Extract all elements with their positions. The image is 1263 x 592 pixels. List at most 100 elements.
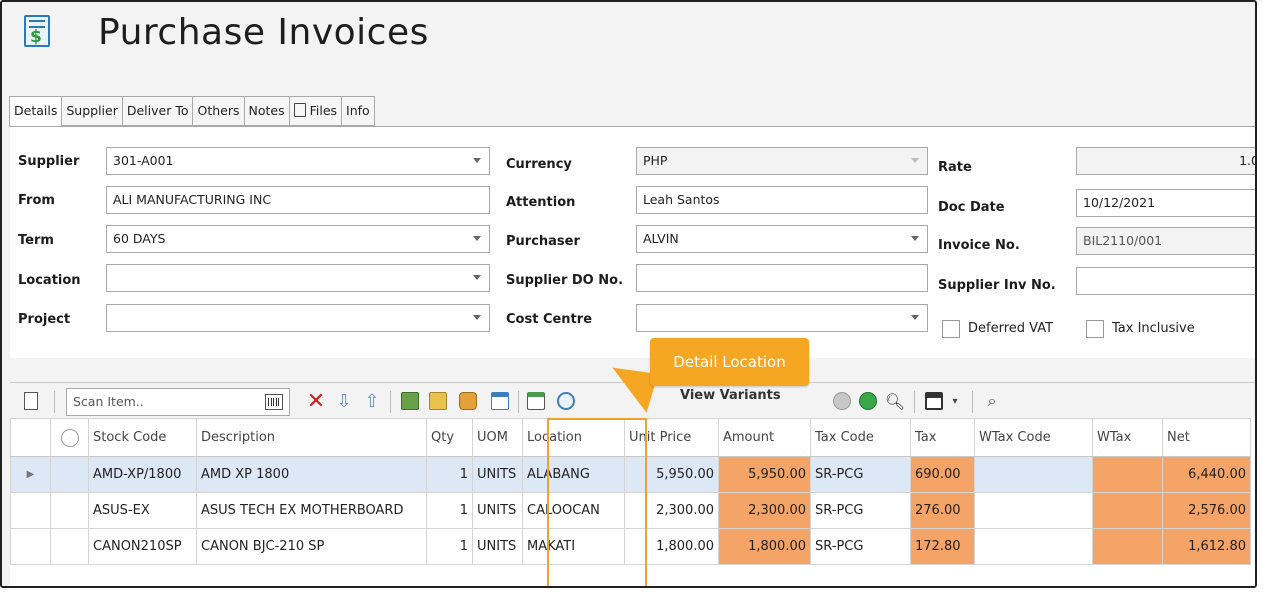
cell-location[interactable]: MAKATI <box>522 528 625 565</box>
tab-deliver-to[interactable]: Deliver To <box>122 96 194 126</box>
chevron-down-icon[interactable] <box>911 158 919 163</box>
cell-unit-price[interactable]: 5,950.00 <box>624 456 719 493</box>
supplier-combo[interactable]: 301-A001 <box>106 147 490 175</box>
col-uom[interactable]: UOM <box>472 418 523 457</box>
deferred-vat-checkbox[interactable] <box>942 320 960 338</box>
cell-description[interactable]: ASUS TECH EX MOTHERBOARD <box>196 492 427 529</box>
tab-others[interactable]: Others <box>193 96 245 126</box>
location-combo[interactable] <box>106 264 490 292</box>
binoculars-icon[interactable]: 🔍︎ <box>882 389 908 413</box>
cell-net[interactable]: 1,612.80 <box>1162 528 1251 565</box>
col-net[interactable]: Net <box>1162 418 1251 457</box>
col-wtax-code[interactable]: WTax Code <box>974 418 1093 457</box>
select-all-header[interactable] <box>50 418 89 457</box>
delete-icon[interactable]: ✕ <box>304 389 328 414</box>
cell-unit-price[interactable]: 1,800.00 <box>624 528 719 565</box>
arrow-up-icon[interactable]: ⇧ <box>360 389 384 413</box>
new-row-icon[interactable] <box>20 389 42 413</box>
cell-qty[interactable]: 1 <box>426 456 473 493</box>
row-select-cell[interactable] <box>50 456 89 493</box>
cell-description[interactable]: CANON BJC-210 SP <box>196 528 427 565</box>
cell-tax-code[interactable]: SR-PCG <box>810 528 911 565</box>
row-select-cell[interactable] <box>50 492 89 529</box>
circle-grey-icon[interactable] <box>830 389 854 413</box>
rate-field[interactable]: 1.0 <box>1076 147 1255 175</box>
cell-stock-code[interactable]: AMD-XP/1800 <box>88 456 197 493</box>
save-layout-icon[interactable] <box>922 389 946 413</box>
chevron-down-icon[interactable] <box>473 315 481 320</box>
purchaser-combo[interactable]: ALVIN <box>636 225 928 253</box>
cell-stock-code[interactable]: ASUS-EX <box>88 492 197 529</box>
tab-notes[interactable]: Notes <box>244 96 290 126</box>
cell-location[interactable]: ALABANG <box>522 456 625 493</box>
cell-tax-code[interactable]: SR-PCG <box>810 456 911 493</box>
project-combo[interactable] <box>106 304 490 332</box>
col-amount[interactable]: Amount <box>718 418 811 457</box>
cell-wtax-code[interactable] <box>974 456 1093 493</box>
cell-description[interactable]: AMD XP 1800 <box>196 456 427 493</box>
grid-icon[interactable] <box>524 389 548 413</box>
invoice-no-field[interactable]: BIL2110/001 <box>1076 227 1255 255</box>
from-field[interactable]: ALI MANUFACTURING INC <box>106 186 490 214</box>
chevron-down-icon[interactable] <box>473 236 481 241</box>
cell-tax[interactable]: 276.00 <box>910 492 975 529</box>
arrow-down-icon[interactable]: ⇩ <box>332 389 356 413</box>
cell-amount[interactable]: 1,800.00 <box>718 528 811 565</box>
chevron-down-icon[interactable] <box>473 158 481 163</box>
doc-date-field[interactable]: 10/12/2021 <box>1076 189 1255 217</box>
import-icon[interactable] <box>398 389 422 413</box>
cell-wtax[interactable] <box>1092 492 1163 529</box>
term-combo[interactable]: 60 DAYS <box>106 225 490 253</box>
row-select-cell[interactable] <box>50 528 89 565</box>
tab-files[interactable]: Files <box>289 96 343 126</box>
cell-uom[interactable]: UNITS <box>472 492 523 529</box>
cell-qty[interactable]: 1 <box>426 528 473 565</box>
cell-unit-price[interactable]: 2,300.00 <box>624 492 719 529</box>
cell-wtax[interactable] <box>1092 528 1163 565</box>
package-icon[interactable] <box>456 389 480 413</box>
select-all-radio[interactable] <box>60 428 79 447</box>
cell-amount[interactable]: 2,300.00 <box>718 492 811 529</box>
cell-uom[interactable]: UNITS <box>472 528 523 565</box>
cell-wtax-code[interactable] <box>974 492 1093 529</box>
chevron-down-icon[interactable] <box>473 275 481 280</box>
attention-field[interactable]: Leah Santos <box>636 186 928 214</box>
circle-green-arrow-icon[interactable] <box>856 389 880 413</box>
col-wtax[interactable]: WTax <box>1092 418 1163 457</box>
cell-amount[interactable]: 5,950.00 <box>718 456 811 493</box>
col-tax[interactable]: Tax <box>910 418 975 457</box>
cell-stock-code[interactable]: CANON210SP <box>88 528 197 565</box>
search-doc-icon[interactable]: ⌕ <box>980 389 1004 413</box>
table-row[interactable]: ▶ AMD-XP/1800 AMD XP 1800 1 UNITS ALABAN… <box>10 456 1251 493</box>
chevron-down-icon[interactable] <box>911 236 919 241</box>
cell-tax[interactable]: 172.80 <box>910 528 975 565</box>
col-stock-code[interactable]: Stock Code <box>88 418 197 457</box>
cell-tax[interactable]: 690.00 <box>910 456 975 493</box>
col-description[interactable]: Description <box>196 418 427 457</box>
view-variants-button[interactable]: View Variants <box>680 388 781 403</box>
cell-wtax-code[interactable] <box>974 528 1093 565</box>
cell-tax-code[interactable]: SR-PCG <box>810 492 911 529</box>
cell-location[interactable]: CALOOCAN <box>522 492 625 529</box>
supplier-inv-field[interactable] <box>1076 267 1255 295</box>
supplier-do-field[interactable] <box>636 264 928 292</box>
tab-supplier[interactable]: Supplier <box>62 96 123 126</box>
table-row[interactable]: CANON210SP CANON BJC-210 SP 1 UNITS MAKA… <box>10 528 1251 565</box>
cost-centre-combo[interactable] <box>636 304 928 332</box>
col-qty[interactable]: Qty <box>426 418 473 457</box>
col-tax-code[interactable]: Tax Code <box>810 418 911 457</box>
col-unit-price[interactable]: Unit Price <box>624 418 719 457</box>
cell-net[interactable]: 2,576.00 <box>1162 492 1251 529</box>
barcode-icon[interactable] <box>265 394 283 410</box>
cell-wtax[interactable] <box>1092 456 1163 493</box>
copy-icon[interactable] <box>426 389 450 413</box>
cell-net[interactable]: 6,440.00 <box>1162 456 1251 493</box>
refresh-icon[interactable] <box>554 389 578 413</box>
col-location[interactable]: Location <box>522 418 625 457</box>
cell-uom[interactable]: UNITS <box>472 456 523 493</box>
tab-info[interactable]: Info <box>342 96 375 126</box>
table-row[interactable]: ASUS-EX ASUS TECH EX MOTHERBOARD 1 UNITS… <box>10 492 1251 529</box>
chevron-down-icon[interactable] <box>911 315 919 320</box>
cell-qty[interactable]: 1 <box>426 492 473 529</box>
list-icon[interactable] <box>488 389 512 413</box>
